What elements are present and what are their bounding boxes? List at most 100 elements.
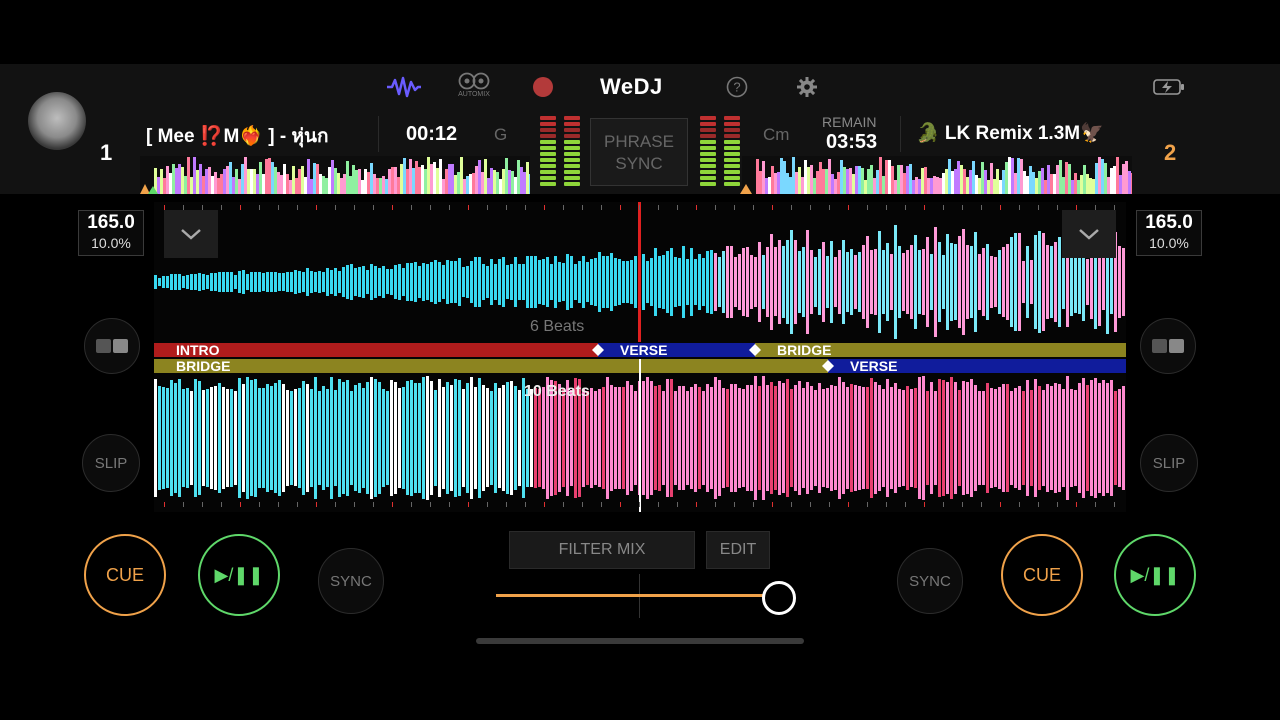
meter-segment [564, 164, 580, 168]
deck1-cue-button[interactable]: CUE [84, 534, 166, 616]
beat-tick [867, 205, 868, 210]
deck2-cue-button[interactable]: CUE [1001, 534, 1083, 616]
fx-edit-button[interactable]: EDIT [706, 531, 770, 569]
meter-segment [564, 134, 580, 138]
waveform-bar [1102, 379, 1105, 497]
waveform-bar [930, 254, 933, 310]
deck2-overview-waveform[interactable] [742, 156, 1132, 194]
deck1-collapse-button[interactable] [164, 210, 218, 258]
deck1-overview-waveform[interactable] [140, 156, 530, 194]
meter-segment [700, 128, 716, 132]
waveform-bar [434, 260, 437, 304]
waveform-bar [998, 249, 1001, 315]
deck1-play-pause-button[interactable]: ▶/❚❚ [198, 534, 280, 616]
waveform-bar [154, 379, 157, 497]
waveform-bar [198, 380, 201, 496]
waveform-bar [546, 256, 549, 308]
waveform-bar [1058, 383, 1061, 493]
waveform-bar [1054, 242, 1057, 322]
waveform-bar [290, 390, 293, 486]
waveform-bar [278, 272, 281, 292]
waveform-bar [934, 390, 937, 486]
waveform-bar [770, 233, 773, 331]
waveform-bar [962, 380, 965, 496]
waveform-bar [646, 376, 649, 500]
waveform-bar [666, 379, 669, 497]
deck2-layout-button[interactable] [1140, 318, 1196, 374]
waveform-icon[interactable] [384, 72, 424, 102]
waveform-bar [1122, 248, 1125, 316]
crossfader-knob[interactable] [762, 581, 796, 615]
help-icon[interactable]: ? [725, 72, 749, 102]
waveform-bar [654, 248, 657, 316]
deck2-sync-button[interactable]: SYNC [897, 548, 963, 614]
deck2-play-pause-button[interactable]: ▶/❚❚ [1114, 534, 1196, 616]
beat-tick [1000, 502, 1001, 507]
waveform-bar [790, 388, 793, 488]
waveform-bar [338, 271, 341, 293]
waveform-bar [674, 257, 677, 307]
beat-tick [582, 205, 583, 210]
waveform-bar [918, 249, 921, 315]
home-indicator[interactable] [476, 638, 804, 644]
waveform-bar [798, 380, 801, 496]
beat-tick [259, 502, 260, 507]
waveform-display[interactable]: 6 Beats 10 Beats INTRO VERSE BRIDGE BRID… [154, 202, 1126, 512]
waveform-bar [182, 276, 185, 288]
waveform-bar [938, 378, 941, 498]
crossfader-track[interactable] [496, 594, 780, 597]
beat-tick [772, 502, 773, 507]
waveform-bar [790, 229, 793, 335]
waveform-bar [422, 263, 425, 301]
settings-icon[interactable] [795, 72, 819, 102]
beat-tick [373, 205, 374, 210]
meter-segment [724, 152, 740, 156]
deck1-jog-button[interactable] [28, 92, 86, 150]
fx-mode-button[interactable]: FILTER MIX [509, 531, 695, 569]
waveform-bar [838, 376, 841, 499]
deck1-track-title[interactable]: [ Mee ⁉️M❤️‍🔥 ] - หุ่นก [146, 121, 360, 151]
deck1-bpm-display[interactable]: 165.0 10.0% [78, 210, 144, 256]
waveform-bar [170, 379, 173, 497]
beat-tick [316, 205, 317, 210]
waveform-bar [998, 387, 1001, 489]
deck2-bpm-display[interactable]: 165.0 10.0% [1136, 210, 1202, 256]
waveform-bar [714, 377, 717, 499]
waveform-bar [602, 387, 605, 489]
meter-segment [564, 146, 580, 150]
deck2-track-title[interactable]: 🐊 LK Remix 1.3M🦅 [916, 121, 1130, 145]
waveform-bar [522, 264, 525, 300]
waveform-bar [534, 388, 537, 488]
deck1-layout-button[interactable] [84, 318, 140, 374]
beat-tick [696, 205, 697, 210]
waveform-bar [1050, 245, 1053, 319]
deck1-sync-button[interactable]: SYNC [318, 548, 384, 614]
phrase-sync-button[interactable]: PHRASE SYNC [590, 118, 688, 186]
deck2-cue-marker-icon [740, 184, 752, 194]
beat-tick [449, 205, 450, 210]
automix-icon[interactable]: AUTOMIX [454, 70, 494, 100]
waveform-bar [698, 253, 701, 311]
deck2-slip-button[interactable]: SLIP [1140, 434, 1198, 492]
waveform-bar [818, 383, 821, 493]
waveform-bar [682, 246, 685, 318]
waveform-bar [982, 248, 985, 316]
deck1-cue-marker-icon [140, 184, 158, 194]
waveform-bar [654, 386, 657, 490]
deck1-slip-button[interactable]: SLIP [82, 434, 140, 492]
beat-tick [221, 502, 222, 507]
waveform-bar [174, 383, 177, 493]
phrase-intro: INTRO [154, 343, 598, 357]
waveform-bar [950, 242, 953, 322]
waveform-bar [542, 387, 545, 489]
waveform-bar [202, 273, 205, 291]
waveform-bar [650, 380, 653, 496]
record-icon[interactable] [532, 72, 554, 102]
waveform-bar [610, 252, 613, 312]
deck2-collapse-button[interactable] [1062, 210, 1116, 258]
meter-segment [564, 182, 580, 186]
waveform-bar [586, 390, 589, 486]
waveform-bar [1042, 390, 1045, 486]
waveform-bar [446, 259, 449, 305]
waveform-bar [210, 272, 213, 292]
